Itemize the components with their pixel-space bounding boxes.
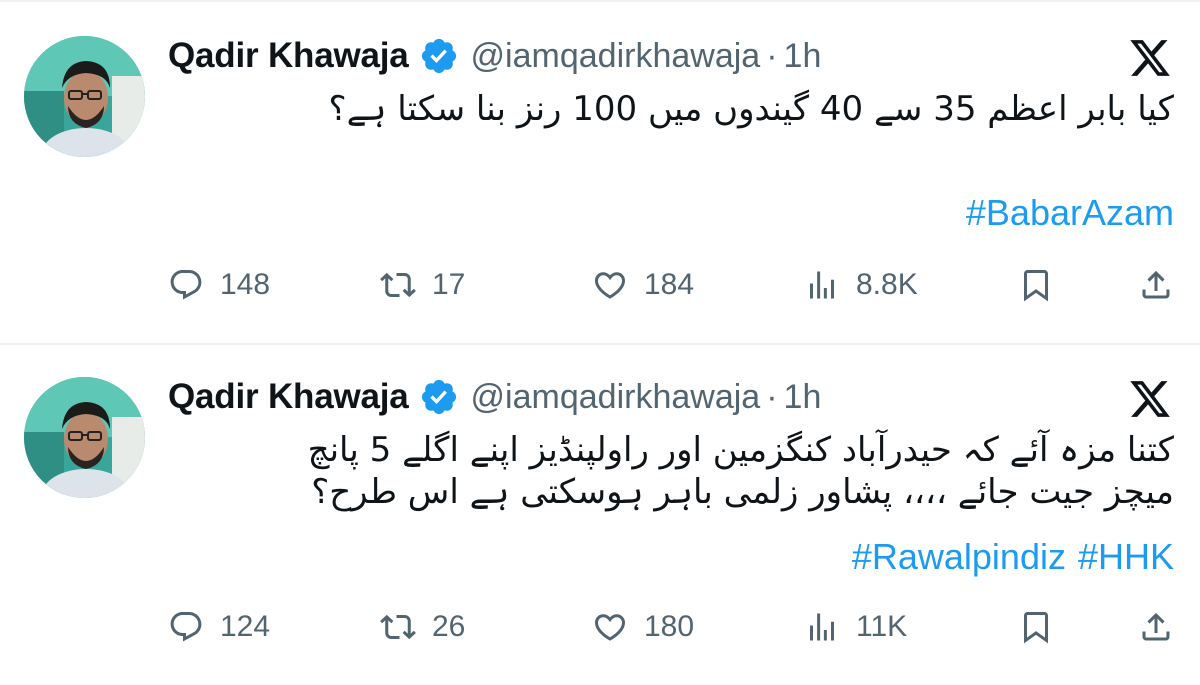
tweet-header: Qadir Khawaja @iamqadirkhawaja · 1h — [168, 34, 821, 78]
action-bar: 148 17 184 8.8K — [168, 263, 1174, 307]
action-bar: 124 26 180 11K — [168, 605, 1174, 649]
hashtag-link[interactable]: #BabarAzam — [966, 192, 1174, 233]
timestamp[interactable]: 1h — [784, 378, 822, 417]
hashtag-link[interactable]: #HHK — [1078, 536, 1174, 577]
repost-icon — [380, 272, 416, 298]
avatar[interactable] — [24, 377, 145, 498]
share-icon — [1142, 612, 1170, 641]
author-handle[interactable]: @iamqadirkhawaja — [471, 378, 761, 417]
x-logo-icon — [1130, 40, 1170, 76]
repost-button[interactable]: 26 — [380, 605, 465, 649]
avatar-image — [24, 377, 145, 498]
repost-button[interactable]: 17 — [380, 263, 465, 307]
bookmark-button[interactable] — [1018, 263, 1054, 307]
share-button[interactable] — [1138, 263, 1174, 307]
like-button[interactable]: 180 — [592, 605, 694, 649]
share-button[interactable] — [1138, 605, 1174, 649]
reply-icon — [170, 270, 202, 300]
views-chart-icon — [810, 613, 834, 641]
reply-button[interactable]: 148 — [168, 263, 270, 307]
views-button[interactable]: 8.8K — [804, 263, 918, 307]
hashtags: #Rawalpindiz #HHK — [840, 536, 1174, 578]
tweet-header: Qadir Khawaja @iamqadirkhawaja · 1h — [168, 375, 821, 419]
tweet-text-line: کتنا مزہ آئے کہ حیدرآباد کنگزمین اور راو… — [307, 430, 1174, 470]
views-count: 8.8K — [856, 268, 918, 301]
like-count: 180 — [644, 610, 695, 643]
views-count: 11K — [856, 610, 908, 643]
repost-count: 26 — [432, 610, 466, 643]
bookmark-icon — [1024, 612, 1048, 644]
timestamp[interactable]: 1h — [784, 37, 822, 76]
reply-count: 148 — [220, 268, 271, 301]
tweet-text-line: میچز جیت جائے ،،،، پشاور زلمی باہر ہوسکت… — [311, 472, 1174, 512]
tweet[interactable]: Qadir Khawaja @iamqadirkhawaja · 1h کتنا… — [0, 345, 1200, 685]
repost-count: 17 — [432, 268, 466, 301]
bookmark-icon — [1024, 270, 1048, 302]
views-chart-icon — [810, 271, 834, 299]
tweet-text: کیا بابر اعظم 35 سے 40 گیندوں میں 100 رن… — [168, 88, 1174, 130]
tweet-text-line: کیا بابر اعظم 35 سے 40 گیندوں میں 100 رن… — [328, 89, 1174, 129]
tweet[interactable]: Qadir Khawaja @iamqadirkhawaja · 1h کیا … — [0, 0, 1200, 343]
author-handle[interactable]: @iamqadirkhawaja — [471, 37, 761, 76]
author-name[interactable]: Qadir Khawaja — [168, 377, 409, 417]
bookmark-button[interactable] — [1018, 605, 1054, 649]
avatar[interactable] — [24, 36, 145, 157]
reply-button[interactable]: 124 — [168, 605, 270, 649]
avatar-image — [24, 36, 145, 157]
like-count: 184 — [644, 268, 695, 301]
x-logo-icon — [1130, 381, 1170, 417]
hashtag-link[interactable]: #Rawalpindiz — [852, 536, 1066, 577]
verified-badge-icon — [421, 38, 456, 74]
reply-count: 124 — [220, 610, 271, 643]
heart-icon — [594, 272, 626, 299]
hashtags: #BabarAzam — [954, 192, 1174, 234]
views-button[interactable]: 11K — [804, 605, 907, 649]
reply-icon — [170, 612, 202, 642]
separator-dot: · — [766, 36, 778, 75]
tweet-feed: Qadir Khawaja @iamqadirkhawaja · 1h کیا … — [0, 0, 1200, 685]
like-button[interactable]: 184 — [592, 263, 694, 307]
share-icon — [1142, 270, 1170, 299]
separator-dot: · — [766, 377, 778, 416]
tweet-text: کتنا مزہ آئے کہ حیدرآباد کنگزمین اور راو… — [168, 429, 1174, 513]
heart-icon — [594, 614, 626, 641]
repost-icon — [380, 614, 416, 640]
verified-badge-icon — [421, 379, 456, 415]
author-name[interactable]: Qadir Khawaja — [168, 36, 409, 76]
